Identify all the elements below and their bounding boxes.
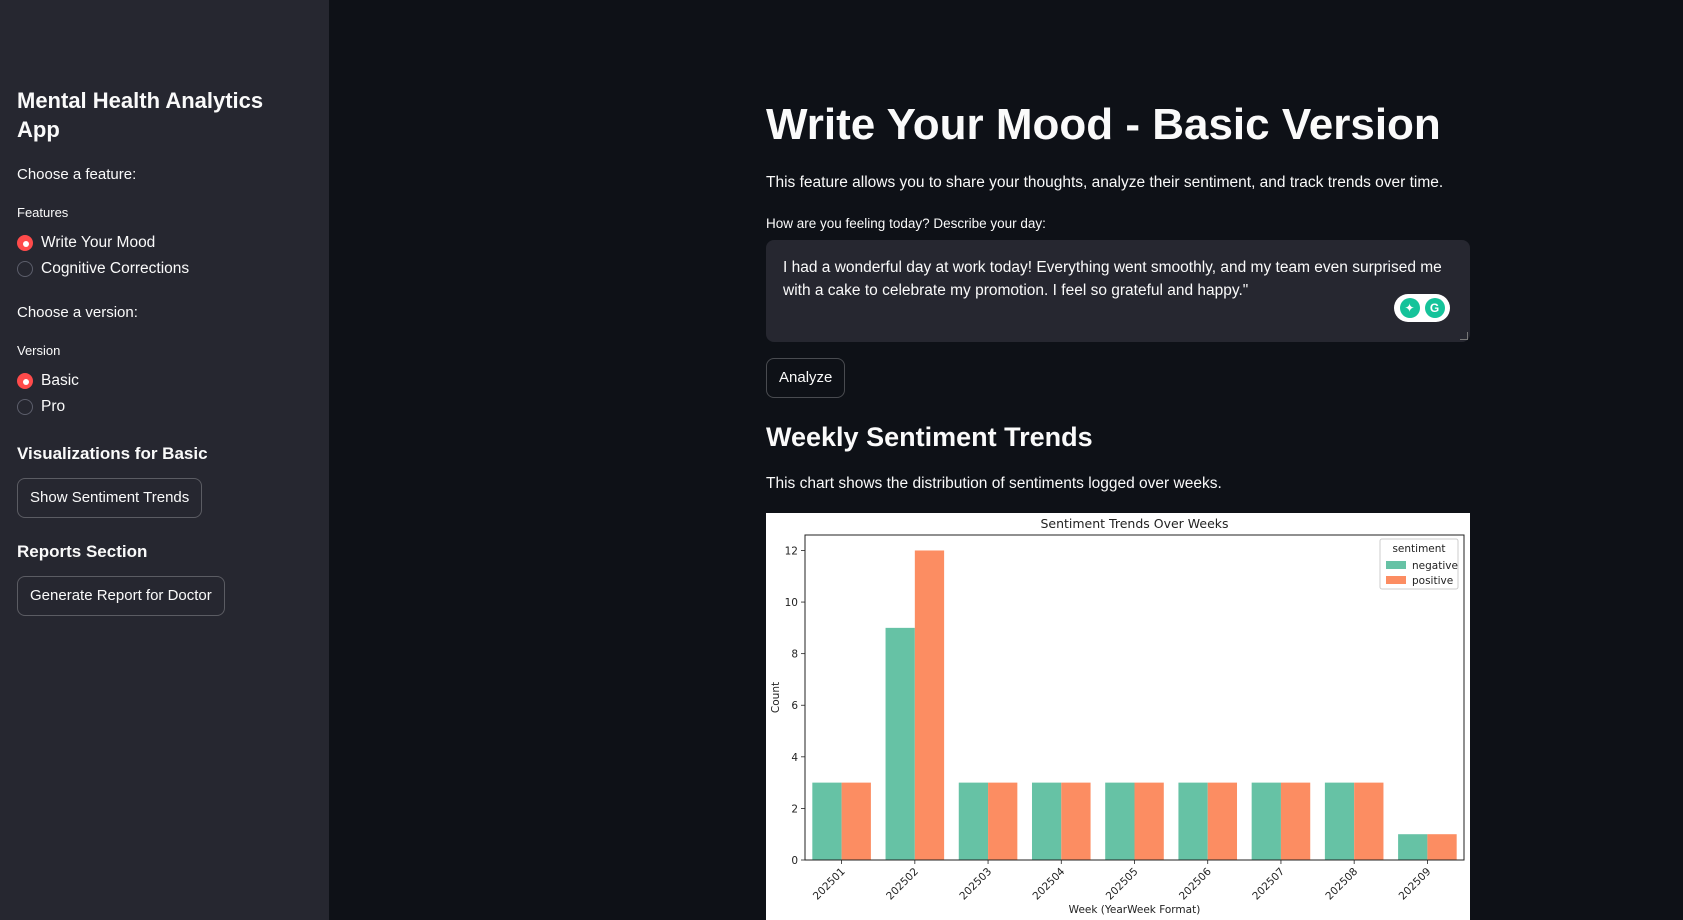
legend-title: sentiment [1392, 543, 1445, 555]
y-tick-label: 2 [791, 803, 798, 815]
y-tick-label: 4 [791, 752, 798, 764]
mood-textarea[interactable]: I had a wonderful day at work today! Eve… [766, 240, 1470, 342]
version-label: Version [17, 343, 61, 358]
radio-cognitive-corrections[interactable]: Cognitive Corrections [17, 256, 312, 282]
sentiment-chart: Sentiment Trends Over Weeks 202501 202502 2… [766, 513, 1470, 920]
y-tick-label: 8 [791, 649, 798, 661]
y-tick-label: 6 [791, 700, 798, 712]
x-tick-label: 202502 [884, 866, 921, 903]
bar-negative-202508 [1324, 782, 1355, 860]
x-tick-label: 202506 [1177, 865, 1214, 902]
feature-prompt: Choose a feature: [17, 166, 137, 183]
radio-label: Basic [41, 372, 79, 389]
radio-checked-icon[interactable] [17, 373, 33, 389]
bar-positive-202503 [988, 782, 1018, 860]
bar-negative-202507 [1251, 782, 1281, 860]
visualizations-heading: Visualizations for Basic [17, 444, 208, 463]
y-axis-label: Count [770, 682, 782, 713]
x-tick-label: 202509 [1397, 866, 1434, 903]
bar-positive-202509 [1427, 834, 1457, 860]
page-title: Write Your Mood - Basic Version [766, 100, 1441, 149]
radio-basic[interactable]: Basic [17, 368, 312, 394]
x-tick-label: 202508 [1323, 866, 1360, 903]
intro-text: This feature allows you to share your th… [766, 174, 1444, 191]
section-description: This chart shows the distribution of sen… [766, 475, 1222, 492]
bar-positive-202502 [914, 550, 945, 860]
radio-unchecked-icon[interactable] [17, 399, 33, 415]
bar-positive-202508 [1354, 782, 1384, 860]
x-axis-label: Week (YearWeek Format) [1069, 904, 1201, 916]
chart-svg: Sentiment Trends Over Weeks 202501 202502 2… [770, 516, 1465, 916]
version-prompt: Choose a version: [17, 304, 138, 321]
grammarly-g-icon[interactable]: G [1424, 298, 1445, 318]
radio-unchecked-icon[interactable] [17, 261, 33, 277]
radio-write-your-mood[interactable]: Write Your Mood [17, 230, 312, 256]
legend-label-negative: negative [1412, 560, 1458, 572]
show-sentiment-trends-button[interactable]: Show Sentiment Trends [17, 478, 203, 518]
generate-report-button[interactable]: Generate Report for Doctor [17, 576, 225, 616]
legend-swatch-negative [1386, 561, 1406, 569]
bar-negative-202509 [1398, 834, 1428, 860]
features-label: Features [17, 205, 69, 220]
radio-label: Write Your Mood [41, 234, 156, 251]
legend-swatch-positive [1386, 576, 1406, 584]
bar-negative-202501 [812, 782, 842, 860]
sidebar-title: Mental Health Analytics App [17, 88, 264, 142]
bar-positive-202507 [1280, 782, 1311, 860]
x-tick-label: 202507 [1250, 866, 1287, 903]
lightbulb-icon[interactable]: ✦ [1399, 298, 1420, 318]
bar-positive-202501 [841, 782, 871, 860]
x-tick-label: 202504 [1031, 865, 1068, 902]
grammarly-widget[interactable]: ✦ G [1394, 294, 1450, 322]
textarea-label: How are you feeling today? Describe your… [766, 216, 1046, 231]
section-title: Weekly Sentiment Trends [766, 422, 1093, 452]
y-tick-label: 10 [785, 597, 798, 609]
resize-handle-icon[interactable] [1460, 332, 1468, 340]
x-tick-label: 202505 [1104, 866, 1141, 903]
y-tick-label: 12 [785, 545, 798, 557]
bar-negative-202506 [1178, 782, 1208, 860]
bar-positive-202506 [1207, 782, 1238, 860]
bar-negative-202503 [958, 782, 989, 860]
radio-pro[interactable]: Pro [17, 394, 312, 420]
radio-checked-icon[interactable] [17, 235, 33, 251]
y-tick-label: 0 [791, 855, 798, 867]
x-tick-label: 202501 [811, 866, 848, 903]
textarea-value: I had a wonderful day at work today! Eve… [783, 259, 1442, 299]
radio-label: Pro [41, 398, 66, 415]
sidebar: Mental Health Analytics App Choose a fea… [0, 0, 329, 920]
x-tick-label: 202503 [957, 866, 994, 903]
bar-negative-202504 [1031, 782, 1062, 860]
legend-label-positive: positive [1412, 575, 1453, 587]
reports-heading: Reports Section [17, 542, 148, 561]
radio-label: Cognitive Corrections [41, 260, 190, 277]
bar-positive-202505 [1134, 782, 1164, 860]
analyze-button[interactable]: Analyze [766, 358, 846, 398]
bar-negative-202502 [885, 627, 915, 860]
chart-title: Sentiment Trends Over Weeks [1040, 516, 1228, 531]
bar-positive-202504 [1061, 782, 1091, 860]
bar-negative-202505 [1105, 782, 1135, 860]
